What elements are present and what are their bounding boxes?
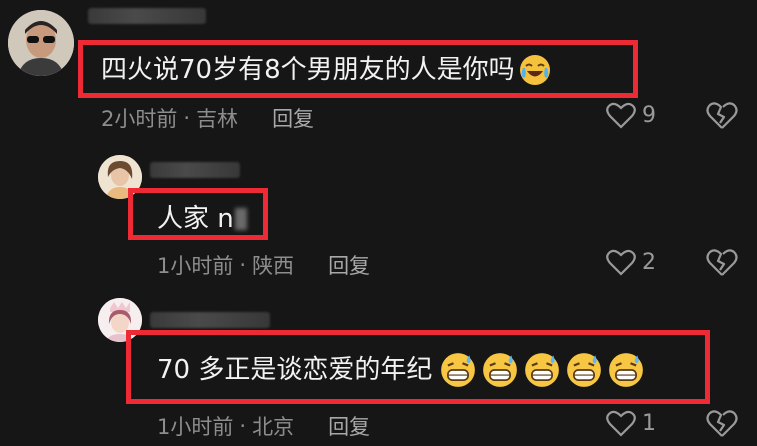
comment-text: 四火说70岁有8个男朋友的人是你吗	[101, 54, 551, 86]
avatar[interactable]	[8, 10, 74, 76]
username-blurred[interactable]	[150, 162, 240, 178]
comment-meta: 2小时前 · 吉林 回复	[101, 103, 314, 133]
heart-icon	[606, 410, 636, 437]
comment-meta: 1小时前 · 陕西 回复	[157, 250, 370, 280]
like-button[interactable]: 2	[606, 248, 656, 276]
reply-button[interactable]: 回复	[328, 250, 370, 280]
broken-heart-icon[interactable]	[706, 101, 738, 131]
comment-location: 吉林	[196, 107, 239, 131]
grinning-sweat-emoji	[567, 353, 602, 387]
like-button[interactable]: 9	[606, 101, 656, 129]
comment-time: 2小时前	[101, 107, 178, 131]
grinning-sweat-emoji	[483, 353, 518, 387]
meta-separator: ·	[239, 253, 247, 277]
comment-location: 陕西	[252, 254, 295, 278]
comment-location: 北京	[252, 415, 295, 439]
comment-time: 1小时前	[157, 254, 234, 278]
grinning-sweat-emoji	[609, 353, 644, 387]
crying-laughing-emoji	[519, 55, 550, 85]
reply-button[interactable]: 回复	[328, 411, 370, 441]
comment-1: 四火说70岁有8个男朋友的人是你吗 2小时前 · 吉林 回复 9	[0, 0, 757, 150]
blurred-text-fragment	[234, 208, 247, 230]
like-count: 2	[642, 249, 656, 275]
comment-text: 70 多正是谈恋爱的年纪	[157, 352, 644, 388]
meta-separator: ·	[239, 414, 247, 438]
broken-heart-icon[interactable]	[706, 248, 738, 278]
grinning-sweat-emoji	[525, 353, 560, 387]
avatar-photo-icon	[8, 10, 74, 76]
reply-button[interactable]: 回复	[272, 103, 314, 133]
emoji-row	[434, 352, 644, 388]
comment-2: 人家 n 1小时前 · 陕西 回复 2	[0, 150, 757, 290]
grinning-sweat-emoji	[441, 353, 476, 387]
like-button[interactable]: 1	[606, 409, 656, 437]
like-count: 9	[642, 102, 656, 128]
username-blurred[interactable]	[88, 8, 206, 24]
broken-heart-icon[interactable]	[706, 409, 738, 439]
comment-text: 人家 n	[157, 204, 247, 234]
comment-time: 1小时前	[157, 415, 234, 439]
like-count: 1	[642, 410, 656, 436]
comment-3: 70 多正是谈恋爱的年纪 1小时前 · 北京 回复 1	[0, 290, 757, 446]
heart-icon	[606, 102, 636, 129]
heart-icon	[606, 249, 636, 276]
comment-meta: 1小时前 · 北京 回复	[157, 411, 370, 441]
username-blurred[interactable]	[150, 312, 270, 328]
meta-separator: ·	[183, 106, 191, 130]
